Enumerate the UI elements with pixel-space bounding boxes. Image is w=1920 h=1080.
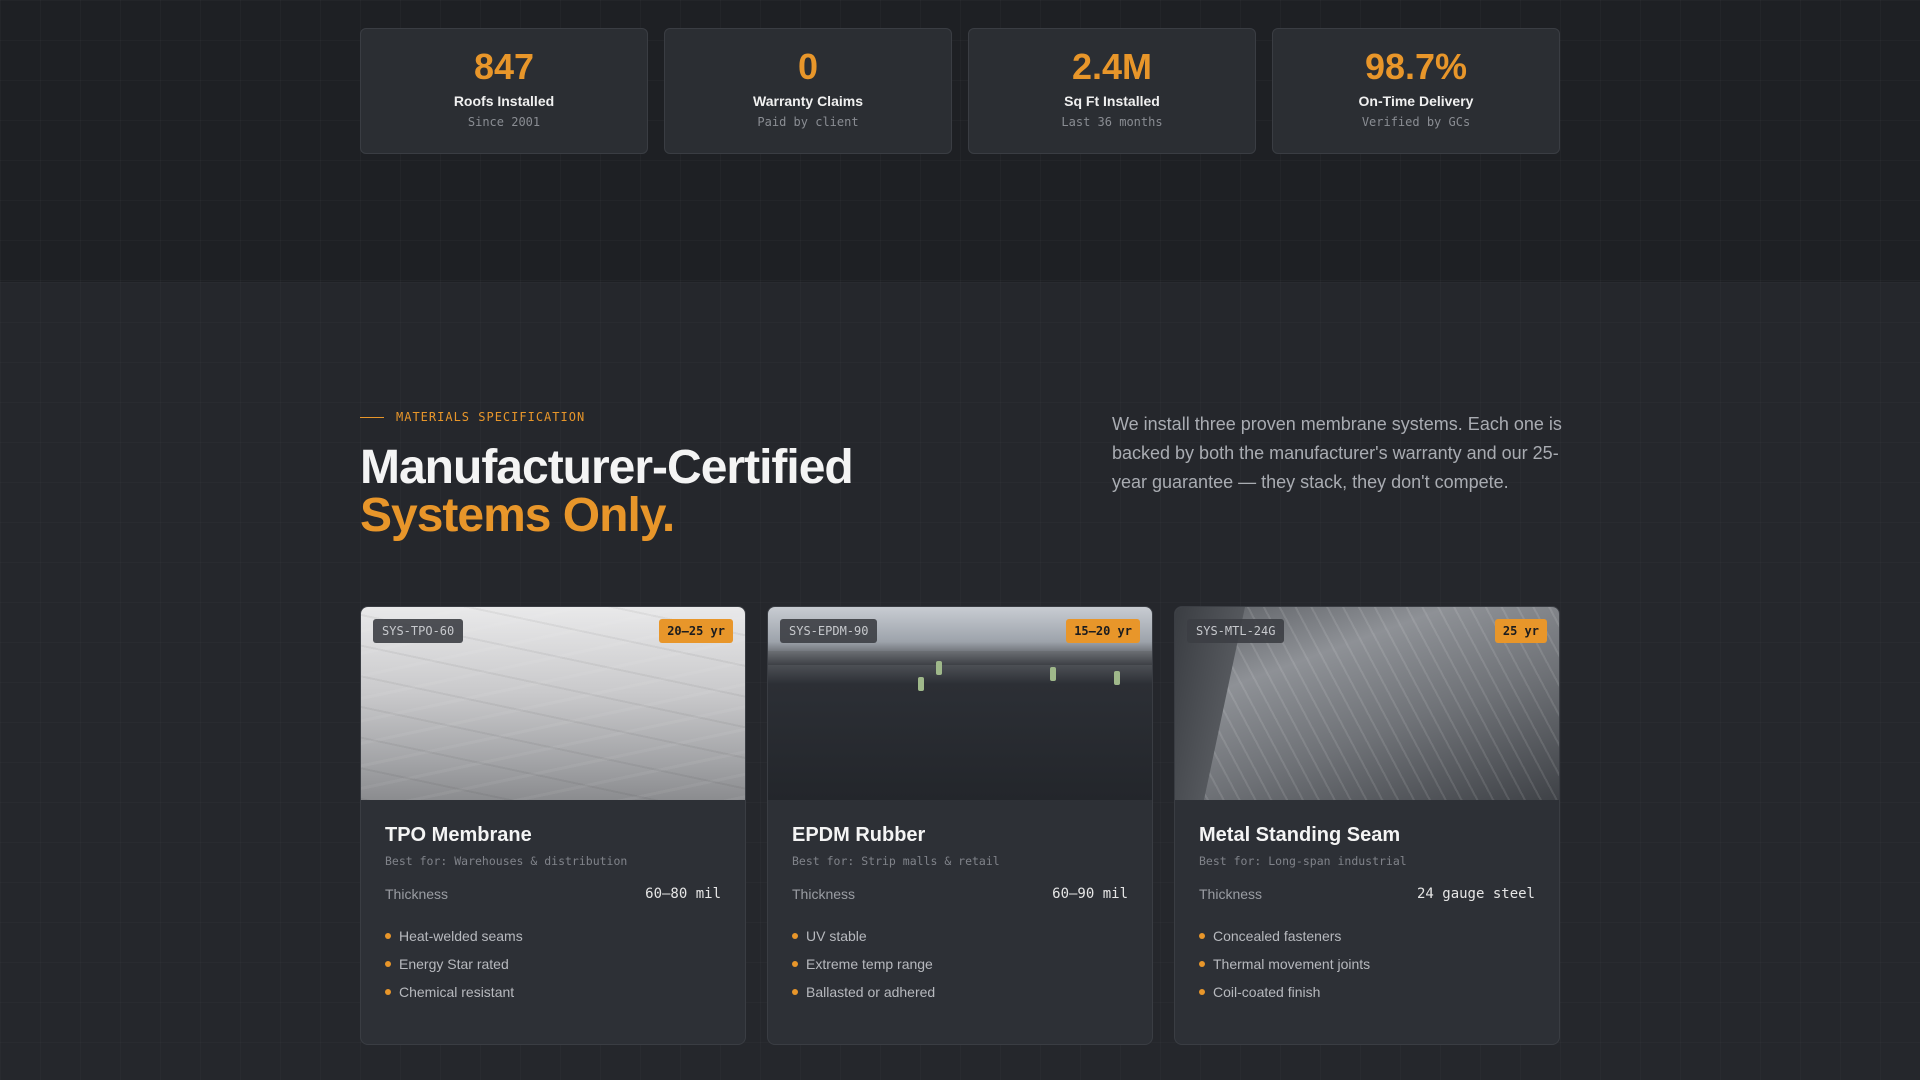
stat-card-sqft: 2.4M Sq Ft Installed Last 36 months (968, 28, 1256, 154)
bullet-icon (385, 989, 391, 995)
system-code-tag: SYS-TPO-60 (373, 619, 464, 643)
warranty-badge: 20–25 yr (659, 619, 733, 643)
headline-line-1: Manufacturer-Certified (360, 441, 854, 494)
section-eyebrow: MATERIALS SPECIFICATION (360, 410, 585, 424)
best-for-text: Best for: Long-span industrial (1199, 854, 1407, 868)
best-for-text: Best for: Warehouses & distribution (385, 854, 628, 868)
worker-figure (1050, 667, 1056, 681)
section-headline: Manufacturer-Certified Systems Only. (360, 441, 854, 542)
bullet-icon (385, 961, 391, 967)
stat-card-roofs: 847 Roofs Installed Since 2001 (360, 28, 648, 154)
feature-item: UV stable (792, 922, 1128, 950)
section-intro: We install three proven membrane systems… (1112, 414, 1562, 492)
card-title: Metal Standing Seam (1199, 824, 1401, 846)
stat-subtext: Since 2001 (467, 115, 541, 129)
system-code-tag: SYS-MTL-24G (1187, 619, 1285, 643)
system-card-tpo[interactable]: SYS-TPO-60 20–25 yr TPO Membrane Best fo… (360, 606, 746, 1045)
stat-subtext: Last 36 months (1061, 115, 1163, 129)
feature-text: Concealed fasteners (1213, 928, 1342, 944)
best-for-text: Best for: Strip malls & retail (792, 854, 1000, 868)
worker-figure (1114, 671, 1120, 685)
bullet-icon (385, 933, 391, 939)
bullet-icon (792, 989, 798, 995)
bullet-icon (1199, 933, 1205, 939)
bullet-icon (1199, 989, 1205, 995)
spec-value: 60–90 mil (1052, 886, 1128, 902)
bullet-icon (792, 933, 798, 939)
feature-list: Heat-welded seams Energy Star rated Chem… (385, 922, 721, 1006)
system-code-tag: SYS-EPDM-90 (780, 619, 878, 643)
feature-text: Thermal movement joints (1213, 956, 1371, 972)
feature-text: Ballasted or adhered (806, 984, 936, 1000)
spec-value: 24 gauge steel (1416, 886, 1535, 902)
feature-list: Concealed fasteners Thermal movement joi… (1199, 922, 1535, 1006)
worker-figure (936, 661, 942, 675)
roof-edge (768, 651, 1152, 665)
system-card-epdm[interactable]: SYS-EPDM-90 15–20 yr EPDM Rubber Best fo… (767, 606, 1153, 1045)
feature-item: Thermal movement joints (1199, 950, 1535, 978)
stat-value: 2.4M (1071, 46, 1153, 87)
stat-value: 847 (473, 46, 535, 87)
feature-text: Extreme temp range (806, 956, 933, 972)
system-card-metal[interactable]: SYS-MTL-24G 25 yr Metal Standing Seam Be… (1174, 606, 1560, 1045)
stat-label: Sq Ft Installed (1064, 93, 1160, 109)
worker-figure (918, 677, 924, 691)
bullet-icon (1199, 961, 1205, 967)
feature-item: Extreme temp range (792, 950, 1128, 978)
warranty-badge: 15–20 yr (1066, 619, 1140, 643)
spec-row: Thickness 60–80 mil (385, 886, 721, 902)
bullet-icon (792, 961, 798, 967)
card-title: TPO Membrane (385, 824, 532, 846)
feature-item: Energy Star rated (385, 950, 721, 978)
headline-line-2: Systems Only. (360, 489, 675, 542)
feature-item: Chemical resistant (385, 978, 721, 1006)
stat-subtext: Paid by client (757, 115, 859, 129)
spec-value: 60–80 mil (645, 886, 721, 902)
feature-item: Concealed fasteners (1199, 922, 1535, 950)
feature-item: Ballasted or adhered (792, 978, 1128, 1006)
feature-text: Coil-coated finish (1213, 984, 1321, 1000)
spec-label: Thickness (385, 886, 449, 902)
spec-label: Thickness (1199, 886, 1263, 902)
feature-text: Chemical resistant (399, 984, 515, 1000)
warranty-badge: 25 yr (1494, 619, 1547, 643)
spec-label: Thickness (792, 886, 856, 902)
stat-label: Roofs Installed (453, 93, 555, 109)
feature-text: Heat-welded seams (399, 928, 523, 944)
epdm-roof-image: SYS-EPDM-90 15–20 yr (768, 607, 1152, 800)
card-title: EPDM Rubber (792, 824, 926, 846)
feature-text: UV stable (806, 928, 867, 944)
feature-item: Coil-coated finish (1199, 978, 1535, 1006)
stats-row: 847 Roofs Installed Since 2001 0 Warrant… (360, 28, 1560, 154)
metal-roof-image: SYS-MTL-24G 25 yr (1175, 607, 1559, 800)
eyebrow-label: MATERIALS SPECIFICATION (396, 410, 586, 424)
stat-card-delivery: 98.7% On-Time Delivery Verified by GCs (1272, 28, 1560, 154)
eyebrow-rule (360, 416, 384, 418)
spec-row: Thickness 60–90 mil (792, 886, 1128, 902)
feature-text: Energy Star rated (399, 956, 509, 972)
system-cards: SYS-TPO-60 20–25 yr TPO Membrane Best fo… (360, 606, 1560, 1045)
stat-value: 98.7% (1364, 46, 1468, 87)
stat-subtext: Verified by GCs (1361, 115, 1471, 129)
stat-label: Warranty Claims (753, 93, 863, 109)
stat-card-warranty: 0 Warranty Claims Paid by client (664, 28, 952, 154)
stat-value: 0 (797, 46, 819, 87)
spec-row: Thickness 24 gauge steel (1199, 886, 1535, 902)
tpo-roof-image: SYS-TPO-60 20–25 yr (361, 607, 745, 800)
feature-item: Heat-welded seams (385, 922, 721, 950)
feature-list: UV stable Extreme temp range Ballasted o… (792, 922, 1128, 1006)
stat-label: On-Time Delivery (1358, 93, 1474, 109)
